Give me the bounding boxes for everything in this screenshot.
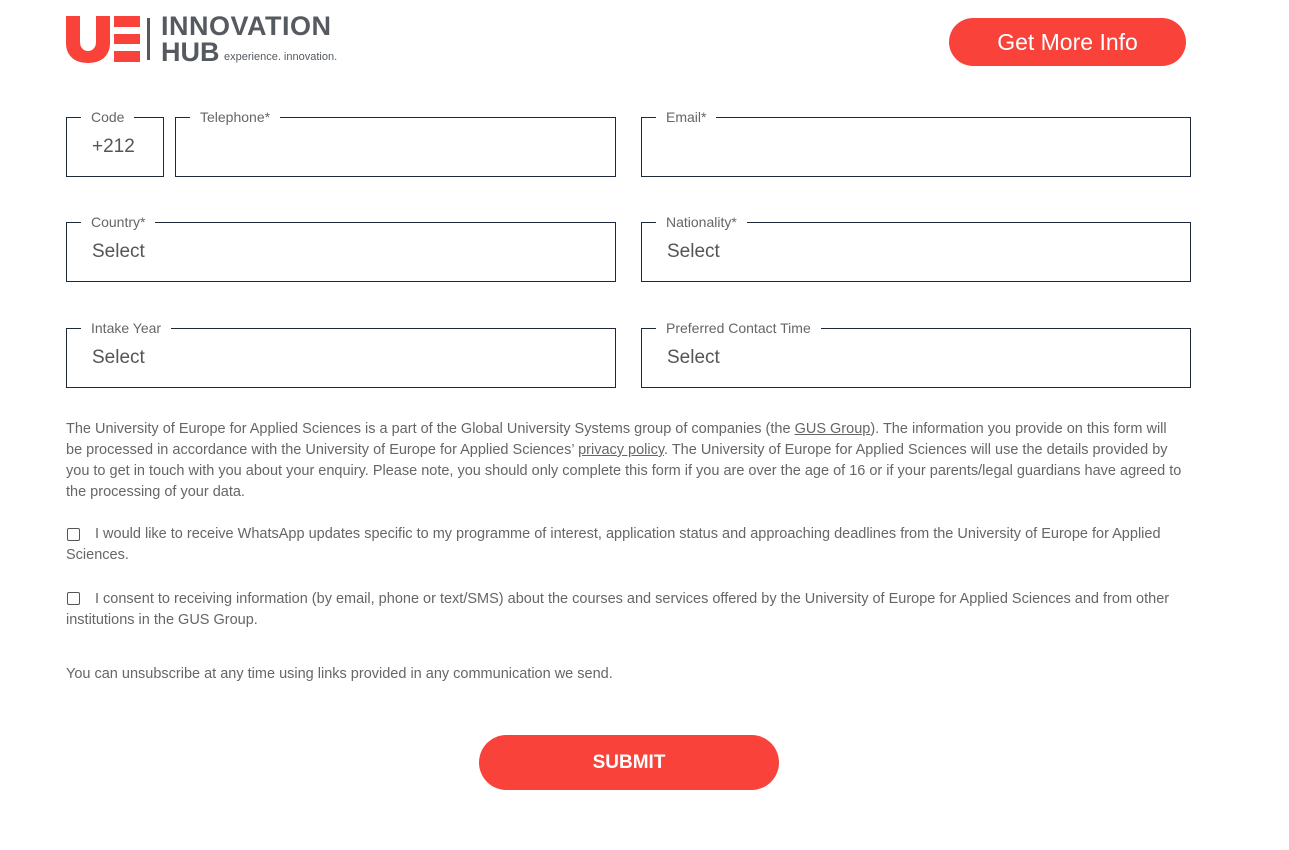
email-input[interactable]: [642, 118, 1190, 176]
telephone-input[interactable]: [176, 118, 615, 176]
country-select[interactable]: Country* Select: [66, 213, 616, 282]
nationality-value: Select: [667, 241, 720, 262]
intake-year-select[interactable]: Intake Year Select: [66, 319, 616, 388]
info-consent-label: I consent to receiving information (by e…: [66, 591, 1170, 628]
gus-group-link[interactable]: GUS Group: [795, 421, 871, 437]
whatsapp-consent-label: I would like to receive WhatsApp updates…: [66, 526, 1161, 563]
code-label: Code: [81, 108, 135, 126]
country-code-field[interactable]: Code +212: [66, 108, 164, 177]
logo-text-hub: HUB: [161, 37, 220, 67]
country-label: Country*: [81, 213, 156, 231]
innovation-hub-logo[interactable]: INNOVATION HUB experience. innovation.: [64, 11, 344, 67]
logo-tagline: experience. innovation.: [224, 51, 338, 63]
nationality-select[interactable]: Nationality* Select: [641, 213, 1191, 282]
logo-divider: [147, 18, 150, 60]
get-more-info-button[interactable]: Get More Info: [949, 18, 1186, 66]
logo-text-innovation: INNOVATION: [161, 11, 332, 41]
privacy-policy-link[interactable]: privacy policy: [578, 442, 664, 458]
code-value: +212: [92, 136, 135, 157]
contact-time-label: Preferred Contact Time: [656, 319, 821, 337]
telephone-field[interactable]: Telephone*: [175, 108, 616, 177]
ue-logo-mark: [66, 16, 140, 63]
contact-time-select[interactable]: Preferred Contact Time Select: [641, 319, 1191, 388]
privacy-notice: The University of Europe for Applied Sci…: [66, 419, 1186, 503]
submit-button[interactable]: SUBMIT: [479, 735, 779, 790]
intake-year-value: Select: [92, 347, 145, 368]
nationality-label: Nationality*: [656, 213, 747, 231]
email-field[interactable]: Email*: [641, 108, 1191, 177]
unsubscribe-note: You can unsubscribe at any time using li…: [66, 666, 613, 682]
country-value: Select: [92, 241, 145, 262]
contact-time-value: Select: [667, 347, 720, 368]
intake-year-label: Intake Year: [81, 319, 172, 337]
privacy-text-1: The University of Europe for Applied Sci…: [66, 421, 795, 437]
